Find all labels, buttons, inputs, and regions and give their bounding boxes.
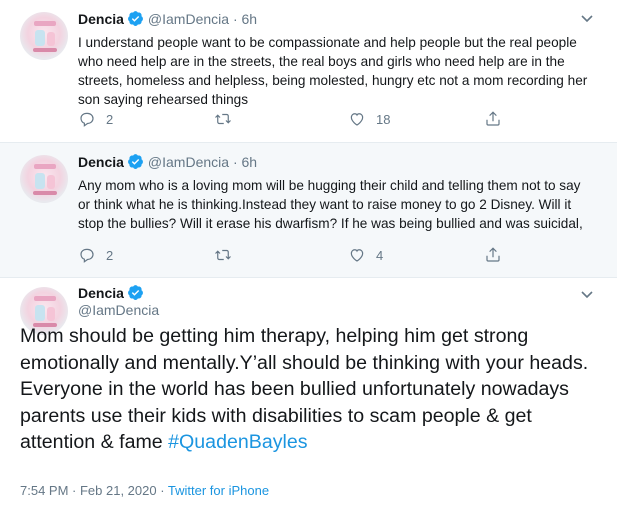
tweet-text: Any mom who is a loving mom will be hugg… bbox=[78, 178, 583, 231]
retweet-button[interactable] bbox=[213, 246, 233, 264]
reply-count: 2 bbox=[106, 111, 114, 127]
share-icon bbox=[486, 111, 500, 126]
tweet-actions: 2 18 bbox=[78, 110, 518, 130]
user-handle[interactable]: @IamDencia bbox=[148, 154, 229, 170]
user-handle[interactable]: @IamDencia bbox=[148, 11, 229, 27]
tweet-actions: 2 4 bbox=[78, 246, 518, 266]
tweet[interactable]: Dencia @IamDencia · 6h I understand peopl… bbox=[0, 0, 617, 143]
reply-count: 2 bbox=[106, 247, 114, 263]
tweet[interactable]: Dencia @IamDencia · 6h Any mom who is a l… bbox=[0, 143, 617, 278]
hashtag-link[interactable]: #QuadenBayles bbox=[168, 431, 307, 453]
heart-icon bbox=[350, 249, 364, 262]
main-tweet: Dencia @IamDencia Mom should be getting … bbox=[0, 278, 617, 517]
separator-dot: · bbox=[232, 11, 238, 27]
reply-button[interactable]: 2 bbox=[78, 110, 113, 128]
retweet-button[interactable] bbox=[213, 110, 233, 128]
reply-icon bbox=[80, 248, 94, 263]
tweet-header: Dencia bbox=[78, 284, 148, 304]
verified-badge-icon bbox=[127, 284, 144, 304]
share-icon bbox=[486, 247, 500, 262]
tweet-time[interactable]: 6h bbox=[242, 154, 258, 170]
like-count: 4 bbox=[376, 247, 384, 263]
tweet-header: Dencia @IamDencia · 6h bbox=[78, 153, 257, 173]
display-name[interactable]: Dencia bbox=[78, 154, 124, 170]
heart-icon bbox=[350, 113, 364, 126]
like-button[interactable]: 18 bbox=[348, 110, 390, 128]
separator-dot: · bbox=[232, 154, 238, 170]
tweet-text: Mom should be getting him therapy, helpi… bbox=[20, 323, 610, 456]
share-button[interactable] bbox=[484, 246, 502, 264]
retweet-icon bbox=[215, 113, 231, 125]
timestamp[interactable]: 7:54 PM · Feb 21, 2020 · bbox=[20, 483, 168, 498]
like-button[interactable]: 4 bbox=[348, 246, 383, 264]
avatar[interactable] bbox=[20, 155, 68, 203]
tweet-meta: 7:54 PM · Feb 21, 2020 · Twitter for iPh… bbox=[20, 483, 269, 498]
verified-badge-icon bbox=[127, 10, 144, 30]
display-name[interactable]: Dencia bbox=[78, 285, 124, 301]
tweet-header: Dencia @IamDencia · 6h bbox=[78, 10, 257, 30]
user-handle[interactable]: @IamDencia bbox=[78, 302, 159, 318]
retweet-icon bbox=[215, 249, 231, 261]
reply-icon bbox=[80, 112, 94, 127]
tweet-text: I understand people want to be compassio… bbox=[78, 35, 588, 107]
source-link[interactable]: Twitter for iPhone bbox=[168, 483, 269, 498]
chevron-down-icon[interactable] bbox=[579, 286, 595, 302]
tweet-time[interactable]: 6h bbox=[242, 11, 258, 27]
reply-button[interactable]: 2 bbox=[78, 246, 113, 264]
verified-badge-icon bbox=[127, 153, 144, 173]
display-name[interactable]: Dencia bbox=[78, 11, 124, 27]
share-button[interactable] bbox=[484, 110, 502, 128]
like-count: 18 bbox=[376, 111, 391, 127]
avatar[interactable] bbox=[20, 12, 68, 60]
chevron-down-icon[interactable] bbox=[579, 10, 595, 26]
